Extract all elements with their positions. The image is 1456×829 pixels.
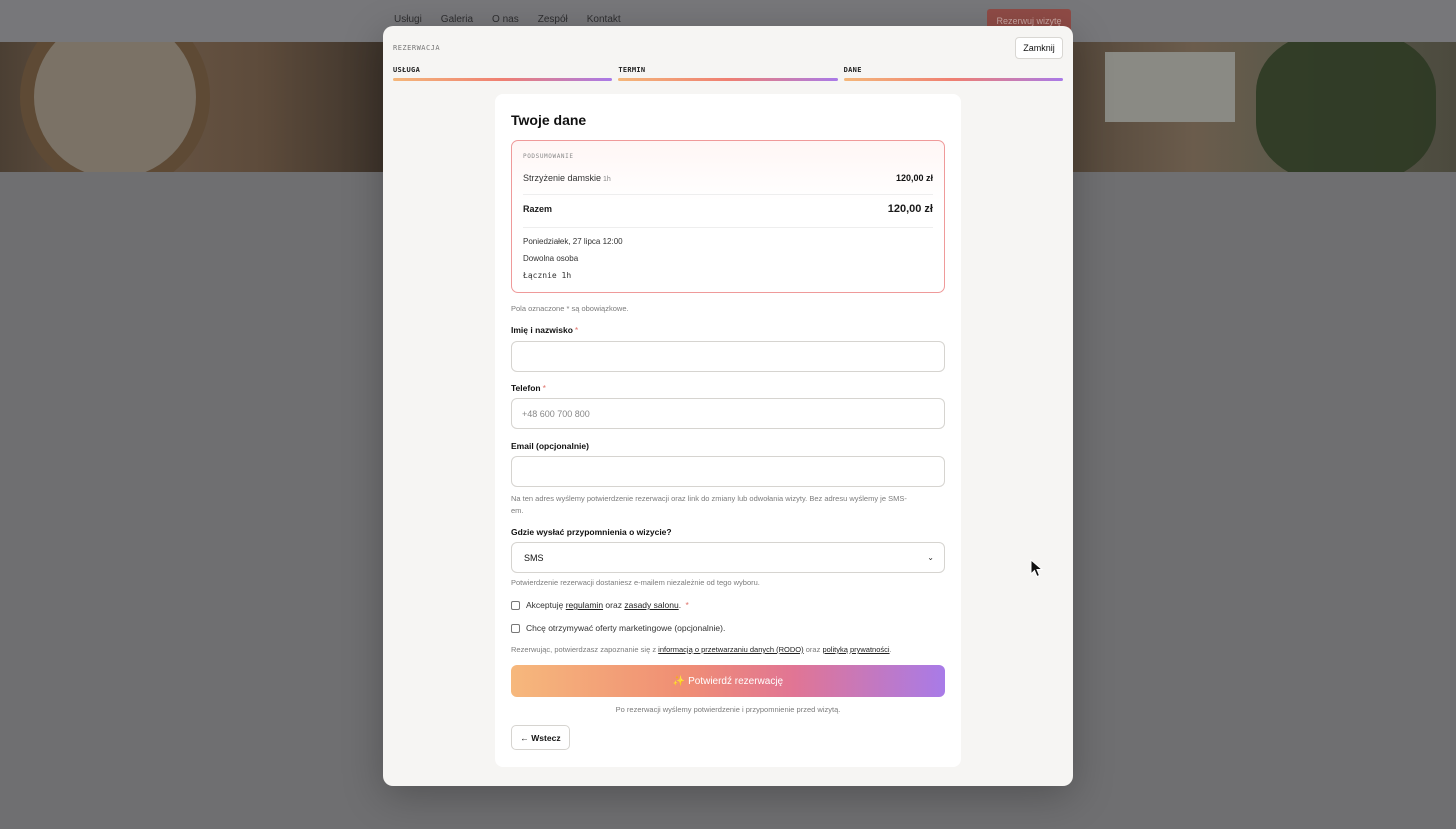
reminder-selected-value: SMS [524,552,544,563]
step-bar [393,78,613,81]
step-details[interactable]: DANE [843,66,1063,81]
total-price: 120,00 zł [887,203,933,215]
details-card: Twoje dane PODSUMOWANIE Strzyżenie damsk… [495,94,961,767]
summary-divider [523,194,933,195]
phone-label: Telefon * [511,383,546,393]
page-title: Twoje dane [511,112,587,128]
step-bar [618,78,838,81]
summary-total-time: Łącznie 1h [523,271,572,280]
rodo-notice: Rezerwując, potwierdzasz zapoznanie się … [511,645,892,654]
email-hint: Na ten adres wyślemy potwierdzenie rezer… [511,494,907,515]
hero-plant-shape [1256,42,1436,172]
service-name: Strzyżenie damskie [523,173,602,183]
nav-link-contact[interactable]: Kontakt [587,14,621,25]
hero-window-shape [1105,52,1235,122]
name-label: Imię i nazwisko * [511,325,579,335]
total-label: Razem [523,204,553,214]
terms-checkbox[interactable] [511,600,520,610]
summary-divider [523,227,933,228]
nav-link-about[interactable]: O nas [492,14,519,25]
terms-row: Akceptuję regulamin oraz zasady salonu. … [511,600,689,610]
summary-service-row: Strzyżenie damskie 1h 120,00 zł [523,173,933,183]
reminder-select[interactable]: SMS ⌄ [511,542,945,573]
close-button[interactable]: Zamknij [1015,37,1063,59]
salon-rules-link[interactable]: zasady salonu [624,600,678,610]
modal-eyebrow: REZERWACJA [393,44,441,52]
booking-modal: REZERWACJA Zamknij USŁUGA TERMIN DANE Tw… [383,26,1073,786]
back-button[interactable]: ← Wstecz [511,725,570,750]
email-input[interactable] [511,456,945,487]
step-progress: USŁUGA TERMIN DANE [393,66,1063,81]
terms-text: Akceptuję regulamin oraz zasady salonu. … [526,600,689,610]
step-date[interactable]: TERMIN [618,66,838,81]
required-hint: Pola oznaczone * są obowiązkowe. [511,304,629,313]
mouse-cursor-icon [1030,559,1044,578]
summary-date: Poniedziałek, 27 lipca 12:00 [523,237,623,246]
hero-mirror-shape [20,42,210,172]
phone-input[interactable] [511,398,945,429]
regulations-link[interactable]: regulamin [566,600,603,610]
reminder-label: Gdzie wysłać przypomnienia o wizycie? [511,527,672,537]
service-duration: 1h [603,176,611,183]
step-label: USŁUGA [393,66,421,74]
name-input[interactable] [511,341,945,372]
confirm-booking-button[interactable]: ✨ Potwierdź rezerwację [511,665,945,697]
reminder-hint: Potwierdzenie rezerwacji dostaniesz e-ma… [511,578,760,587]
privacy-policy-link[interactable]: polityką prywatności [822,645,889,654]
marketing-row: Chcę otrzymywać oferty marketingowe (opc… [511,623,725,633]
step-bar [843,78,1063,81]
confirm-note: Po rezerwacji wyślemy potwierdzenie i pr… [615,705,841,714]
marketing-checkbox[interactable] [511,623,520,633]
nav-link-team[interactable]: Zespół [538,14,568,25]
booking-summary: PODSUMOWANIE Strzyżenie damskie 1h 120,00… [511,140,945,293]
nav-link-services[interactable]: Usługi [394,14,422,25]
service-price: 120,00 zł [895,173,933,183]
step-label: DANE [843,66,862,74]
email-label: Email (opcjonalnie) [511,441,589,451]
rodo-link[interactable]: informacją o przetwarzaniu danych (RODO) [658,645,803,654]
marketing-text: Chcę otrzymywać oferty marketingowe (opc… [526,623,726,633]
background-nav-links: Usługi Galeria O nas Zespół Kontakt [394,14,621,25]
summary-eyebrow: PODSUMOWANIE [523,153,574,160]
summary-staff: Dowolna osoba [523,254,579,263]
summary-total-row: Razem 120,00 zł [523,203,933,215]
nav-link-gallery[interactable]: Galeria [441,14,473,25]
step-service[interactable]: USŁUGA [393,66,613,81]
chevron-down-icon: ⌄ [927,553,934,562]
step-label: TERMIN [618,66,646,74]
